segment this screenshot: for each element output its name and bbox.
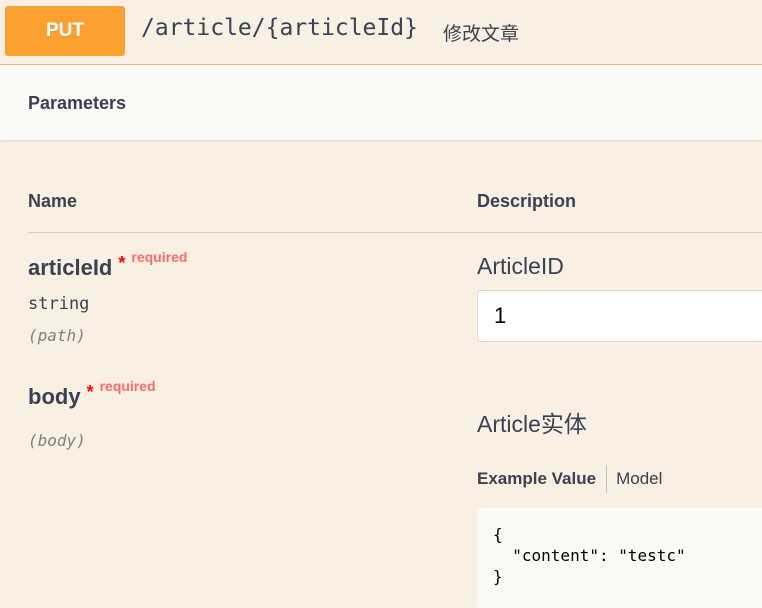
tab-divider [606, 465, 608, 493]
param-name-body: body * required [28, 378, 156, 410]
articleid-input[interactable] [477, 290, 762, 342]
required-star: * [118, 253, 126, 273]
column-header-description: Description [477, 191, 577, 211]
endpoint-summary: 修改文章 [443, 24, 520, 45]
param-name-label: body [28, 384, 81, 409]
param-name-articleid: articleId * required [28, 249, 187, 281]
tab-model[interactable]: Model [616, 469, 662, 489]
param-description: Article实体 [477, 411, 587, 437]
required-label: required [131, 249, 188, 265]
endpoint-path: /article/{articleId} [141, 15, 418, 41]
param-type: string [28, 294, 90, 314]
header-divider [28, 232, 762, 233]
param-description: ArticleID [477, 253, 564, 279]
tab-example-value[interactable]: Example Value [477, 469, 596, 489]
column-header-name: Name [28, 191, 78, 211]
param-name-label: articleId [28, 255, 113, 280]
param-location: (body) [28, 431, 86, 450]
required-label: required [99, 378, 156, 394]
example-model-tabs: Example Value Model [477, 465, 662, 493]
http-method-badge: PUT [5, 6, 125, 56]
required-star: * [86, 382, 94, 402]
parameters-section-header: Parameters [0, 65, 762, 140]
example-json: { "content": "testc" } [493, 525, 686, 586]
param-location: (path) [28, 326, 86, 345]
example-value-box[interactable]: { "content": "testc" } [477, 508, 762, 608]
parameters-title: Parameters [28, 93, 127, 113]
operation-summary[interactable]: PUT /article/{articleId} 修改文章 [0, 0, 762, 65]
